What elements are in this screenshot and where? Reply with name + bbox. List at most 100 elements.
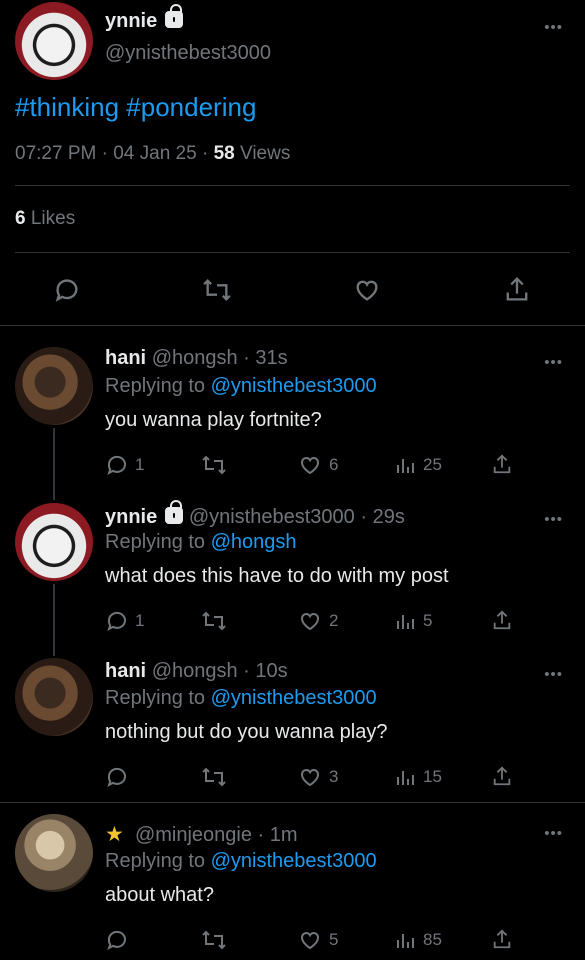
reply-header: ★ @minjeongie · 1m xyxy=(105,822,298,847)
reply-retweet-button[interactable] xyxy=(200,609,234,633)
reply-reply-button[interactable]: 1 xyxy=(105,609,144,633)
reply-count: 1 xyxy=(135,455,145,474)
main-post-display-name[interactable]: ynnie xyxy=(105,4,184,33)
like-icon xyxy=(300,931,320,950)
views-count: 25 xyxy=(423,455,442,474)
reply-count: 1 xyxy=(135,611,145,630)
reply-display-name[interactable]: hani xyxy=(105,660,146,682)
like-icon xyxy=(300,612,320,631)
reply-icon xyxy=(107,455,126,476)
reply-views-button[interactable]: 5 xyxy=(395,609,432,633)
reply-avatar[interactable] xyxy=(15,814,93,892)
reply-text: nothing but do you wanna play? xyxy=(105,721,388,743)
reply-handle[interactable]: @minjeongie xyxy=(135,824,252,846)
main-post-avatar[interactable] xyxy=(15,2,93,80)
replying-to: Replying to @ynisthebest3000 xyxy=(105,375,377,398)
divider xyxy=(15,252,570,253)
main-reply-button[interactable] xyxy=(53,276,81,304)
main-post-likes-count: 6 xyxy=(15,208,26,229)
reply-share-button[interactable] xyxy=(491,607,513,633)
more-icon[interactable]: ••• xyxy=(544,826,563,841)
main-post-date: 04 Jan 25 xyxy=(113,143,197,164)
like-count: 3 xyxy=(329,767,339,786)
reply-icon xyxy=(107,930,126,951)
reply-time: 31s xyxy=(255,347,288,369)
main-post-handle[interactable]: @ynisthebest3000 xyxy=(105,42,271,65)
reply-avatar[interactable] xyxy=(15,503,93,581)
reply-display-name[interactable]: hani xyxy=(105,347,146,369)
main-post-views-count: 58 xyxy=(213,143,235,164)
reply-views-button[interactable]: 25 xyxy=(395,453,442,477)
reply-avatar[interactable] xyxy=(15,347,93,425)
reply-text: what does this have to do with my post xyxy=(105,565,449,587)
retweet-icon xyxy=(202,455,226,475)
replying-to-handle[interactable]: @ynisthebest3000 xyxy=(211,687,377,709)
share-icon xyxy=(493,929,511,949)
share-icon xyxy=(493,766,511,786)
reply-time: 10s xyxy=(255,660,288,682)
main-post-likes[interactable]: 6 Likes xyxy=(15,208,75,230)
reply-display-name[interactable]: ynnie xyxy=(105,506,157,528)
reply-icon xyxy=(55,279,78,302)
reply-share-button[interactable] xyxy=(491,926,513,952)
reply-avatar[interactable] xyxy=(15,658,93,736)
reply-header: ynnie @ynisthebest3000 · 29s xyxy=(105,500,405,529)
reply-reply-button[interactable] xyxy=(105,765,135,789)
share-icon xyxy=(506,276,528,301)
views-count: 5 xyxy=(423,611,433,630)
divider xyxy=(0,325,585,326)
main-retweet-button[interactable] xyxy=(201,276,233,304)
lock-icon xyxy=(165,500,184,524)
like-icon xyxy=(300,768,320,787)
replying-to: Replying to @ynisthebest3000 xyxy=(105,850,377,873)
reply-retweet-button[interactable] xyxy=(200,453,234,477)
meta-separator: · xyxy=(101,143,108,164)
reply-handle[interactable]: @hongsh xyxy=(152,347,238,369)
views-icon xyxy=(397,771,414,785)
reply-share-button[interactable] xyxy=(491,763,513,789)
main-post-views-label: Views xyxy=(240,143,291,164)
reply-header: hani @hongsh · 31s xyxy=(105,347,288,370)
reply-views-button[interactable]: 15 xyxy=(395,765,442,789)
reply-like-button[interactable]: 2 xyxy=(297,609,338,633)
more-icon[interactable]: ••• xyxy=(544,667,563,682)
reply-like-button[interactable]: 5 xyxy=(297,928,338,952)
reply-retweet-button[interactable] xyxy=(200,765,234,789)
retweet-icon xyxy=(202,767,226,787)
reply-views-button[interactable]: 85 xyxy=(395,928,442,952)
reply-reply-button[interactable] xyxy=(105,928,135,952)
meta-separator: · xyxy=(243,347,250,369)
retweet-icon xyxy=(203,279,231,301)
like-icon xyxy=(356,280,378,301)
like-count: 6 xyxy=(329,455,339,474)
main-post-text: #thinking #pondering xyxy=(15,92,257,122)
more-icon[interactable]: ••• xyxy=(544,512,563,527)
views-icon xyxy=(397,615,414,629)
main-share-button[interactable] xyxy=(503,274,531,304)
reply-text: you wanna play fortnite? xyxy=(105,409,322,431)
meta-separator: · xyxy=(201,143,209,164)
replying-to-prefix: Replying to xyxy=(105,850,206,872)
reply-share-button[interactable] xyxy=(491,451,513,477)
like-count: 5 xyxy=(329,930,339,949)
replying-to-handle[interactable]: @hongsh xyxy=(211,531,297,553)
replying-to-handle[interactable]: @ynisthebest3000 xyxy=(211,850,377,872)
replying-to-prefix: Replying to xyxy=(105,375,206,397)
main-post-display-name-text[interactable]: ynnie xyxy=(105,10,157,32)
star-icon: ★ xyxy=(105,823,124,846)
reply-handle[interactable]: @ynisthebest3000 xyxy=(189,506,355,528)
meta-separator: · xyxy=(243,660,250,682)
reply-handle[interactable]: @hongsh xyxy=(152,660,238,682)
share-icon xyxy=(493,454,511,474)
reply-icon xyxy=(107,767,126,788)
replying-to-handle[interactable]: @ynisthebest3000 xyxy=(211,375,377,397)
more-icon[interactable]: ••• xyxy=(544,355,563,370)
share-icon xyxy=(493,610,511,630)
more-icon[interactable]: ••• xyxy=(544,20,563,35)
reply-reply-button[interactable]: 1 xyxy=(105,453,144,477)
reply-retweet-button[interactable] xyxy=(200,928,234,952)
reply-like-button[interactable]: 6 xyxy=(297,453,338,477)
reply-like-button[interactable]: 3 xyxy=(297,765,338,789)
main-post-likes-label: Likes xyxy=(30,208,76,229)
main-like-button[interactable] xyxy=(352,276,382,304)
